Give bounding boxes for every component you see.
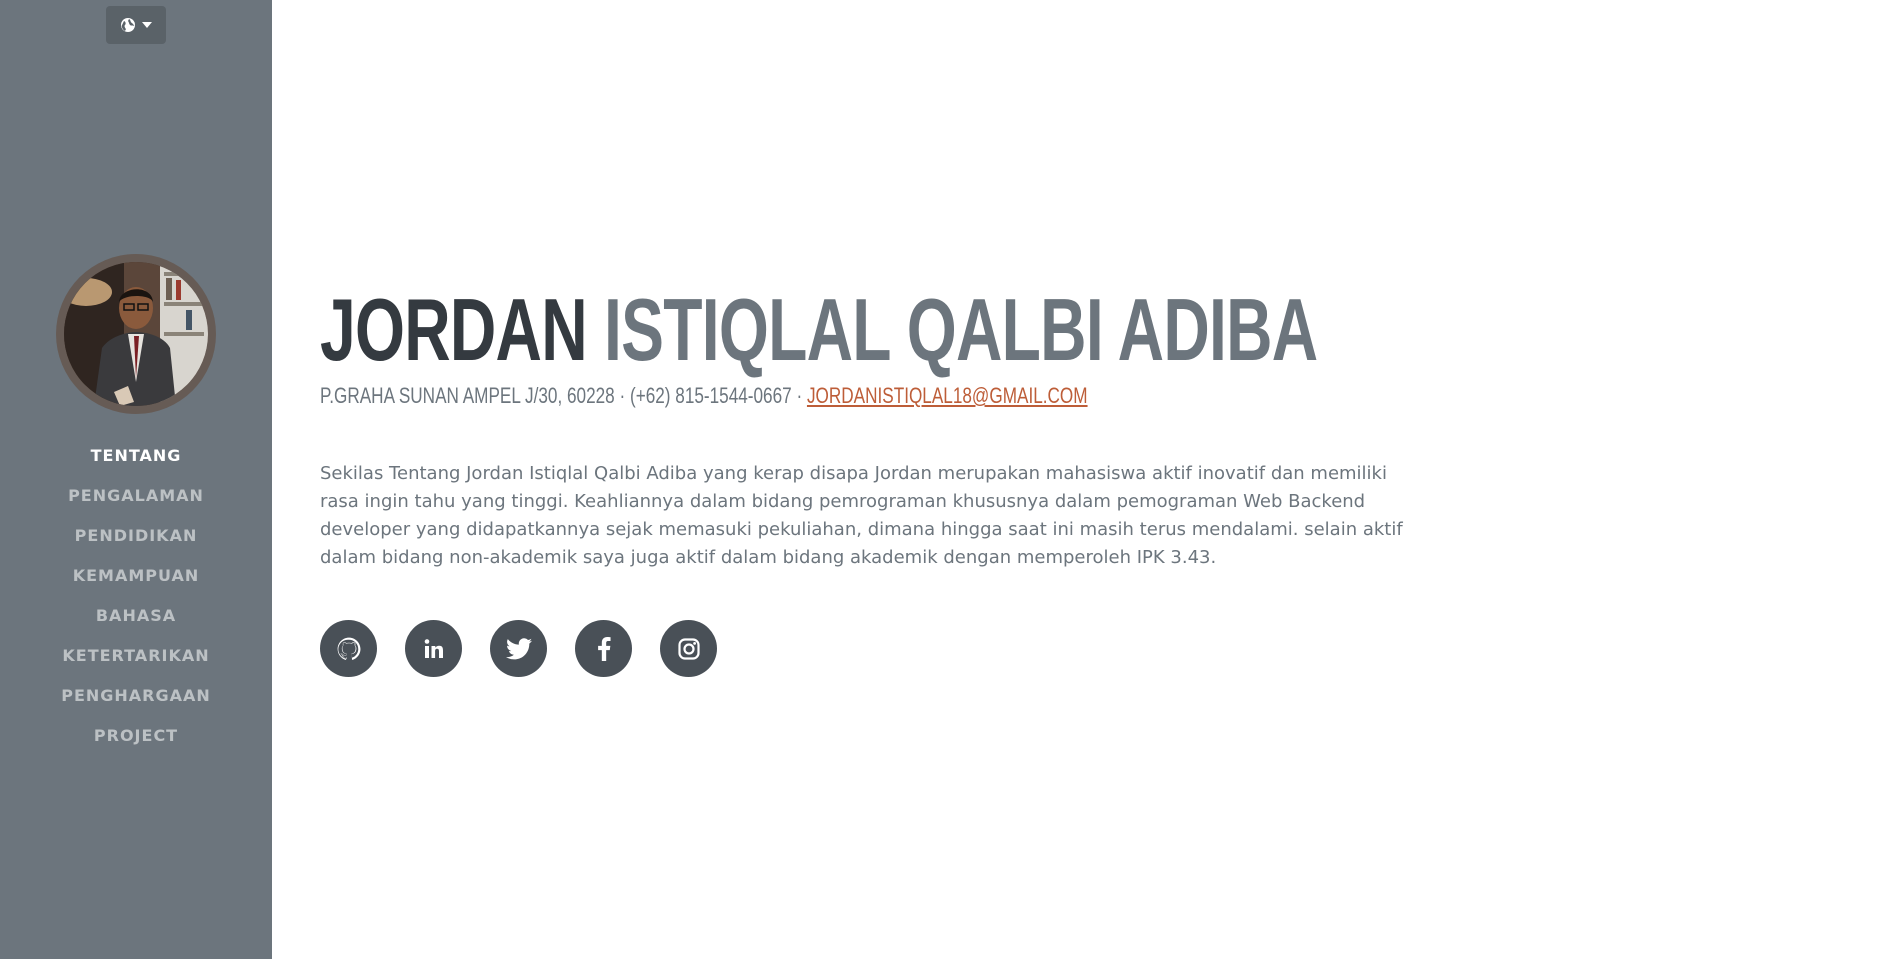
twitter-icon — [505, 637, 532, 660]
profile-photo — [64, 262, 208, 406]
bio-text: Sekilas Tentang Jordan Istiqlal Qalbi Ad… — [320, 463, 1403, 568]
instagram-icon — [677, 637, 701, 661]
nav-link-ketertarikan[interactable]: Ketertarikan — [62, 646, 209, 665]
twitter-link[interactable] — [490, 620, 547, 677]
nav-link-pendidikan[interactable]: Pendidikan — [75, 526, 198, 545]
page-title: Jordan Istiqlal Qalbi Adiba — [320, 280, 1318, 380]
nav-item-pengalaman: Pengalaman — [0, 475, 272, 515]
linkedin-link[interactable] — [405, 620, 462, 677]
nav-link-pengalaman[interactable]: Pengalaman — [68, 486, 204, 505]
sidebar: Tentang Pengalaman Pendidikan Kemampuan … — [0, 0, 272, 959]
github-link[interactable] — [320, 620, 377, 677]
nav-link-tentang[interactable]: Tentang — [91, 446, 182, 465]
nav-item-penghargaan: Penghargaan — [0, 675, 272, 715]
linkedin-icon — [422, 637, 446, 661]
instagram-link[interactable] — [660, 620, 717, 677]
nav-link-project[interactable]: Project — [94, 726, 178, 745]
sidebar-nav: Tentang Pengalaman Pendidikan Kemampuan … — [0, 435, 272, 755]
nav-item-pendidikan: Pendidikan — [0, 515, 272, 555]
nav-item-ketertarikan: Ketertarikan — [0, 635, 272, 675]
nav-link-penghargaan[interactable]: Penghargaan — [61, 686, 211, 705]
last-name: Istiqlal Qalbi Adiba — [604, 280, 1318, 379]
facebook-link[interactable] — [575, 620, 632, 677]
caret-down-icon — [142, 22, 152, 28]
social-icons — [320, 620, 717, 677]
address-phone: P.Graha Sunan Ampel J/30, 60228 · (+62) … — [320, 383, 807, 408]
globe-icon — [120, 17, 136, 33]
nav-item-bahasa: Bahasa — [0, 595, 272, 635]
facebook-icon — [597, 636, 611, 661]
first-name: Jordan — [320, 280, 588, 379]
nav-item-tentang: Tentang — [0, 435, 272, 475]
language-dropdown-button[interactable] — [106, 6, 166, 44]
email-link[interactable]: jordanistiqlal18@gmail.com — [807, 383, 1088, 408]
nav-item-project: Project — [0, 715, 272, 755]
nav-item-kemampuan: Kemampuan — [0, 555, 272, 595]
avatar — [56, 254, 216, 414]
nav-link-kemampuan[interactable]: Kemampuan — [73, 566, 200, 585]
nav-link-bahasa[interactable]: Bahasa — [96, 606, 176, 625]
contact-line: P.Graha Sunan Ampel J/30, 60228 · (+62) … — [320, 381, 1088, 411]
github-icon — [336, 636, 362, 662]
